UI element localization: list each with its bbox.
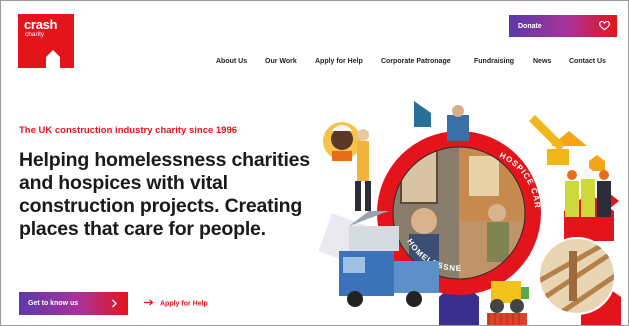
- nav-corporate-patronage[interactable]: Corporate Patronage: [381, 58, 451, 65]
- heart-icon: [599, 20, 610, 31]
- crash-charity-logo[interactable]: crash charity: [18, 14, 74, 68]
- hero-headline: Helping homelessness charities and hospi…: [19, 149, 310, 240]
- nav-fundraising[interactable]: Fundraising: [474, 58, 514, 65]
- arrow-right-icon: [144, 299, 154, 306]
- donate-button[interactable]: Donate: [509, 15, 617, 37]
- get-to-know-us-button[interactable]: Get to know us: [19, 292, 128, 315]
- apply-for-help-link[interactable]: Apply for Help: [144, 299, 208, 308]
- hero-collage-image: HOMELESSNESS HOSPICE CARE: [319, 101, 628, 325]
- hero-tagline: The UK construction industry charity sin…: [19, 125, 238, 136]
- logo-sub-text: charity: [25, 31, 45, 38]
- nav-apply-for-help[interactable]: Apply for Help: [315, 58, 363, 65]
- apply-link-label: Apply for Help: [160, 300, 208, 308]
- nav-news[interactable]: News: [533, 58, 551, 65]
- homepage: crash charity Donate About Us Our Work A…: [0, 0, 629, 326]
- logo-brand-text: crash: [24, 17, 58, 32]
- donate-label: Donate: [518, 22, 542, 30]
- house-icon: [46, 50, 60, 68]
- nav-about-us[interactable]: About Us: [216, 58, 247, 65]
- chevron-right-icon: [112, 299, 117, 308]
- cta-label: Get to know us: [28, 300, 79, 307]
- nav-contact-us[interactable]: Contact Us: [569, 58, 606, 65]
- nav-our-work[interactable]: Our Work: [265, 58, 297, 65]
